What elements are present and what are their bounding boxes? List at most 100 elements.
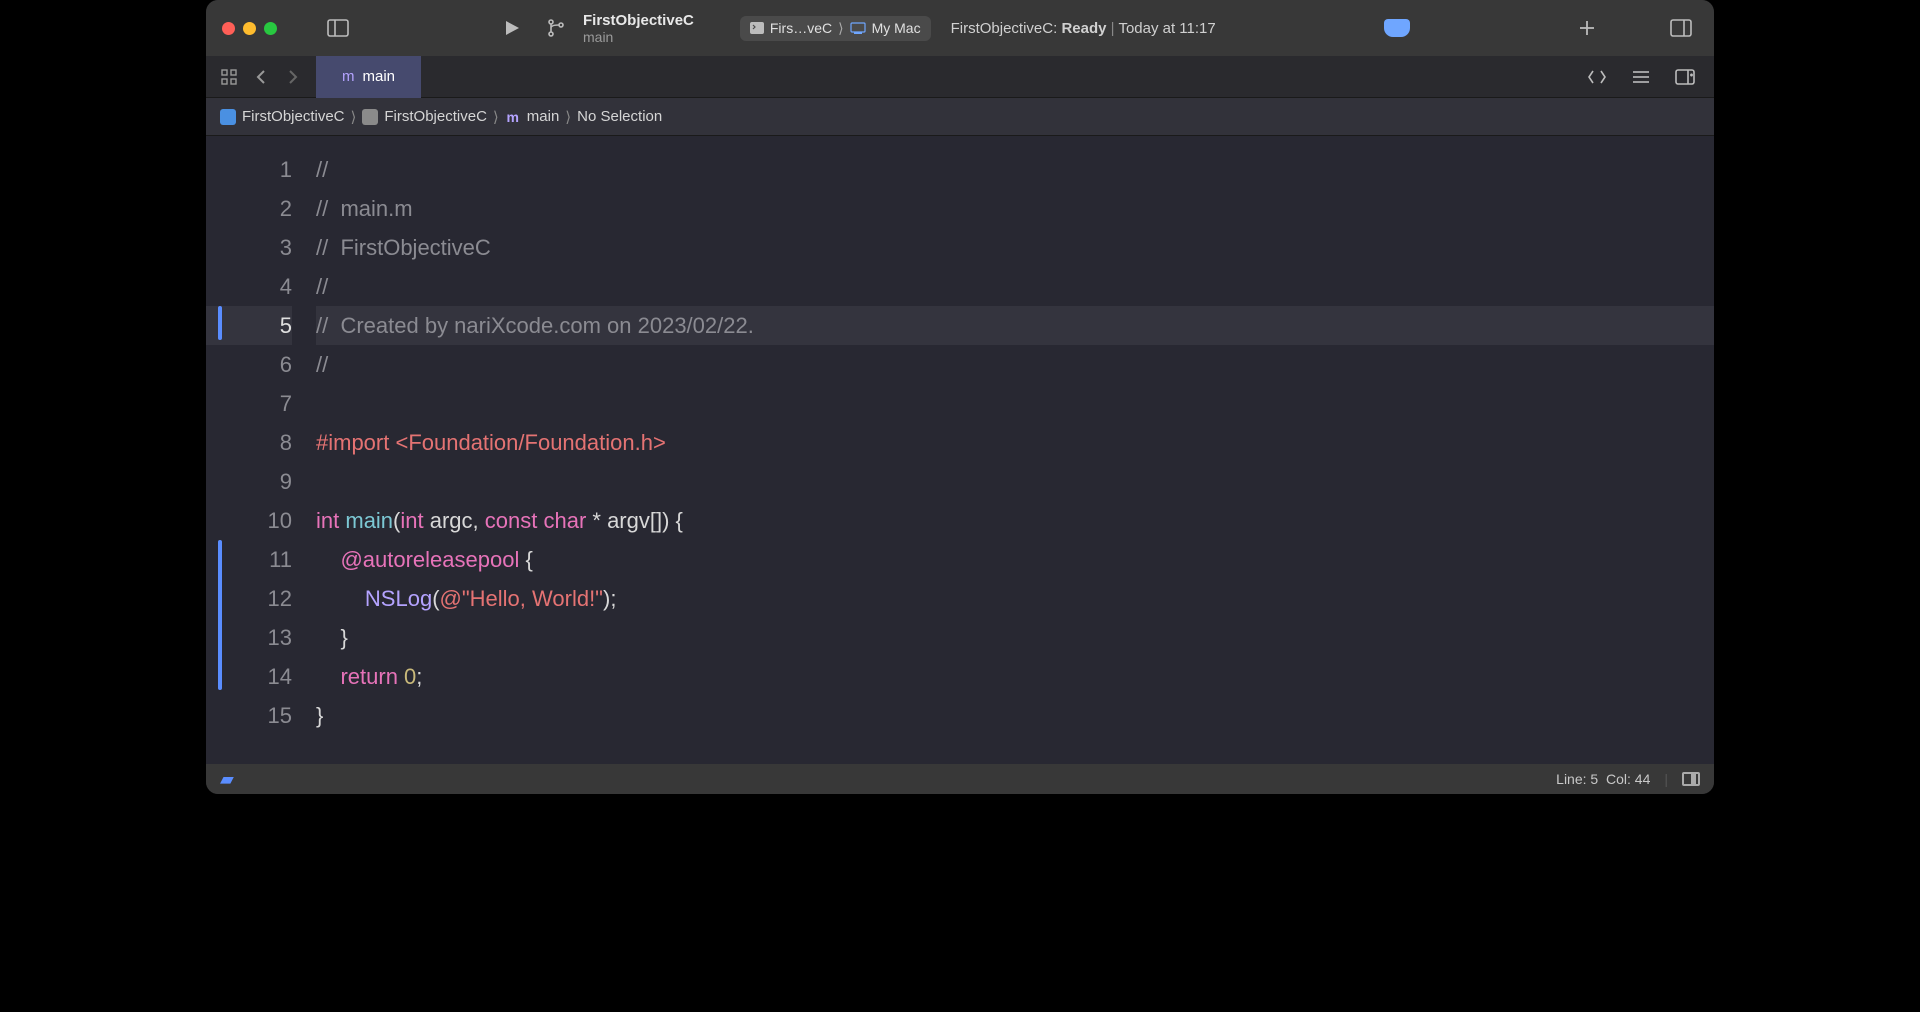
chevron-right-icon: ⟩ bbox=[565, 108, 571, 126]
line-number: 6 bbox=[206, 345, 292, 384]
code-token: const bbox=[485, 508, 538, 533]
library-add-button[interactable] bbox=[1570, 14, 1604, 42]
code-token: #import bbox=[316, 430, 389, 455]
tab-main[interactable]: m main bbox=[316, 56, 421, 98]
code-token bbox=[316, 664, 340, 689]
status-state: Ready bbox=[1061, 20, 1106, 37]
line-number: 15 bbox=[206, 696, 292, 735]
code-token: ( bbox=[432, 586, 439, 611]
line-value: 5 bbox=[1590, 771, 1598, 787]
scheme-name: Firs…veC bbox=[770, 20, 832, 36]
crumb-label: main bbox=[527, 108, 560, 125]
code-token: { bbox=[519, 547, 532, 572]
chevron-right-icon: ⟩ bbox=[838, 20, 843, 37]
crumb-label: FirstObjectiveC bbox=[242, 108, 345, 125]
minimize-window-button[interactable] bbox=[243, 22, 256, 35]
code-token: @"Hello, World!" bbox=[440, 586, 603, 611]
folder-icon bbox=[362, 109, 378, 125]
branch-name: main bbox=[583, 30, 694, 44]
code-editor[interactable]: 1 2 3 4 5 6 7 8 9 10 11 12 13 14 15 // /… bbox=[206, 136, 1714, 764]
code-token: int bbox=[400, 508, 423, 533]
line-number: 7 bbox=[206, 384, 292, 423]
code-token: ; bbox=[416, 664, 422, 689]
code-token bbox=[316, 384, 1714, 423]
tab-title: main bbox=[363, 68, 396, 85]
close-window-button[interactable] bbox=[222, 22, 235, 35]
mac-icon bbox=[850, 22, 866, 34]
related-items-button[interactable] bbox=[214, 62, 244, 92]
crumb-project[interactable]: FirstObjectiveC bbox=[220, 108, 345, 125]
code-token: return bbox=[340, 664, 397, 689]
file-m-icon: m bbox=[505, 109, 521, 125]
adjust-editor-icon[interactable] bbox=[1626, 62, 1656, 92]
code-token: main bbox=[339, 508, 393, 533]
code-token bbox=[316, 586, 365, 611]
code-token: } bbox=[316, 625, 348, 650]
breakpoint-indicator-icon[interactable]: ▰ bbox=[220, 769, 234, 790]
line-number: 10 bbox=[206, 501, 292, 540]
window-controls bbox=[222, 22, 277, 35]
code-token: // Created by nariXcode.com on 2023/02/2… bbox=[316, 313, 754, 338]
code-token: char bbox=[543, 508, 586, 533]
toggle-inspector-button[interactable] bbox=[1664, 14, 1698, 42]
code-token: // bbox=[316, 157, 328, 182]
line-number: 4 bbox=[206, 267, 292, 306]
code-token bbox=[316, 462, 1714, 501]
activity-status: FirstObjectiveC: Ready | Today at 11:17 bbox=[941, 20, 1374, 37]
code-token: } bbox=[316, 703, 323, 728]
project-info: FirstObjectiveC main bbox=[583, 13, 694, 44]
crumb-label: FirstObjectiveC bbox=[384, 108, 487, 125]
minimap-toggle-icon[interactable] bbox=[1682, 772, 1700, 786]
file-type-badge: m bbox=[342, 68, 355, 85]
code-token: NSLog bbox=[365, 586, 432, 611]
code-token: * argv[]) { bbox=[586, 508, 683, 533]
code-token: // bbox=[316, 352, 328, 377]
scheme-selector[interactable]: Firs…veC ⟩ My Mac bbox=[740, 16, 931, 41]
project-icon bbox=[220, 109, 236, 125]
project-name: FirstObjectiveC bbox=[583, 13, 694, 28]
titlebar: FirstObjectiveC main Firs…veC ⟩ My Mac F… bbox=[206, 0, 1714, 56]
nav-forward-button[interactable] bbox=[278, 62, 308, 92]
status-bar: ▰ Line: 5 Col: 44 | bbox=[206, 764, 1714, 794]
code-token: <Foundation/Foundation.h> bbox=[389, 430, 665, 455]
status-time: Today at 11:17 bbox=[1118, 20, 1215, 37]
code-area[interactable]: // // main.m // FirstObjectiveC // // Cr… bbox=[306, 136, 1714, 764]
line-number: 9 bbox=[206, 462, 292, 501]
crumb-selection[interactable]: No Selection bbox=[577, 108, 662, 125]
code-token: 0 bbox=[398, 664, 416, 689]
change-indicator bbox=[218, 540, 222, 690]
crumb-file[interactable]: m main bbox=[505, 108, 560, 125]
nav-back-button[interactable] bbox=[246, 62, 276, 92]
tab-bar-right bbox=[1582, 62, 1714, 92]
branch-icon[interactable] bbox=[539, 14, 573, 42]
col-value: 44 bbox=[1635, 771, 1651, 787]
line-number: 1 bbox=[206, 150, 292, 189]
run-button[interactable] bbox=[495, 14, 529, 42]
line-number: 3 bbox=[206, 228, 292, 267]
crumb-folder[interactable]: FirstObjectiveC bbox=[362, 108, 487, 125]
code-token: int bbox=[316, 508, 339, 533]
destination: My Mac bbox=[872, 20, 921, 36]
code-review-icon[interactable] bbox=[1582, 62, 1612, 92]
breadcrumb-bar: FirstObjectiveC ⟩ FirstObjectiveC ⟩ m ma… bbox=[206, 98, 1714, 136]
change-indicator bbox=[218, 306, 222, 340]
col-label: Col: bbox=[1606, 771, 1631, 787]
add-editor-icon[interactable] bbox=[1670, 62, 1700, 92]
chevron-right-icon: ⟩ bbox=[351, 108, 357, 126]
cloud-status-icon[interactable] bbox=[1384, 19, 1410, 37]
tab-bar: m main bbox=[206, 56, 1714, 98]
line-label: Line: bbox=[1556, 771, 1586, 787]
tab-nav bbox=[206, 62, 316, 92]
code-token: // main.m bbox=[316, 196, 413, 221]
zoom-window-button[interactable] bbox=[264, 22, 277, 35]
code-token: argc, bbox=[424, 508, 485, 533]
xcode-window: FirstObjectiveC main Firs…veC ⟩ My Mac F… bbox=[206, 0, 1714, 794]
code-token: // bbox=[316, 274, 328, 299]
terminal-icon bbox=[750, 22, 764, 34]
status-prefix: FirstObjectiveC: bbox=[951, 20, 1058, 37]
line-number: 2 bbox=[206, 189, 292, 228]
crumb-label: No Selection bbox=[577, 108, 662, 125]
line-number: 8 bbox=[206, 423, 292, 462]
code-token: // FirstObjectiveC bbox=[316, 235, 491, 260]
toggle-navigator-button[interactable] bbox=[321, 14, 355, 42]
